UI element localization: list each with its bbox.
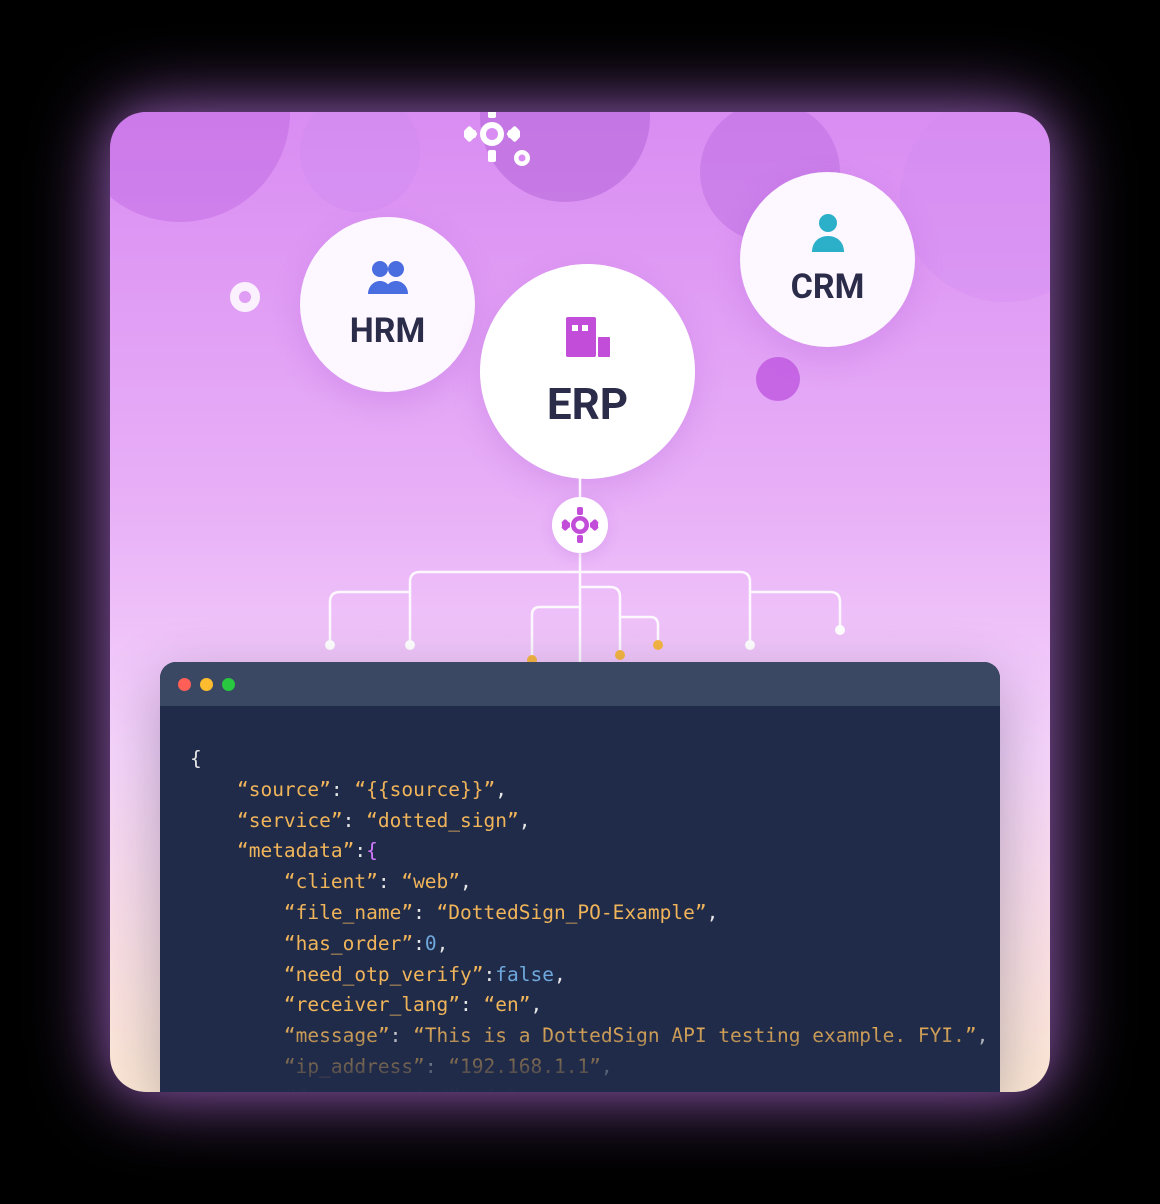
code-line: “client”: “web”, bbox=[190, 867, 970, 898]
close-icon[interactable] bbox=[178, 678, 191, 691]
deco-circle bbox=[756, 357, 800, 401]
users-icon bbox=[363, 258, 413, 307]
code-line: “source”: “{{source}}”, bbox=[190, 775, 970, 806]
zoom-icon[interactable] bbox=[222, 678, 235, 691]
erp-label: ERP bbox=[547, 378, 628, 430]
deco-circle bbox=[300, 112, 420, 212]
code-line: { bbox=[190, 744, 970, 775]
window-titlebar bbox=[160, 662, 1000, 706]
code-line: “receiver_lang”: “en”, bbox=[190, 990, 970, 1021]
code-window: { “source”: “{{source}}”, “service”: “do… bbox=[160, 662, 1000, 1092]
code-line: “forget_remind”: false, bbox=[190, 1083, 970, 1092]
deco-circle bbox=[110, 112, 290, 222]
code-line: “message”: “This is a DottedSign API tes… bbox=[190, 1021, 970, 1052]
illustration-card: HRM CRM ERP bbox=[110, 112, 1050, 1092]
glow-container: HRM CRM ERP bbox=[50, 52, 1110, 1152]
code-line: “file_name”: “DottedSign_PO-Example”, bbox=[190, 898, 970, 929]
hrm-bubble: HRM bbox=[300, 217, 475, 392]
building-icon bbox=[562, 313, 614, 372]
code-line: “need_otp_verify”:false, bbox=[190, 960, 970, 991]
code-line: “ip_address”: “192.168.1.1”, bbox=[190, 1052, 970, 1083]
crm-bubble: CRM bbox=[740, 172, 915, 347]
code-body: { “source”: “{{source}}”, “service”: “do… bbox=[160, 706, 1000, 1092]
gears-top-icon bbox=[460, 112, 550, 186]
person-icon bbox=[808, 212, 848, 263]
deco-ring-icon bbox=[230, 282, 260, 312]
code-line: “has_order”:0, bbox=[190, 929, 970, 960]
hrm-label: HRM bbox=[350, 311, 426, 351]
crm-label: CRM bbox=[791, 267, 865, 307]
code-line: “service”: “dotted_sign”, bbox=[190, 806, 970, 837]
code-line: “metadata”:{ bbox=[190, 836, 970, 867]
gear-icon bbox=[552, 497, 608, 553]
minimize-icon[interactable] bbox=[200, 678, 213, 691]
deco-circle bbox=[900, 112, 1050, 302]
erp-bubble: ERP bbox=[480, 264, 695, 479]
